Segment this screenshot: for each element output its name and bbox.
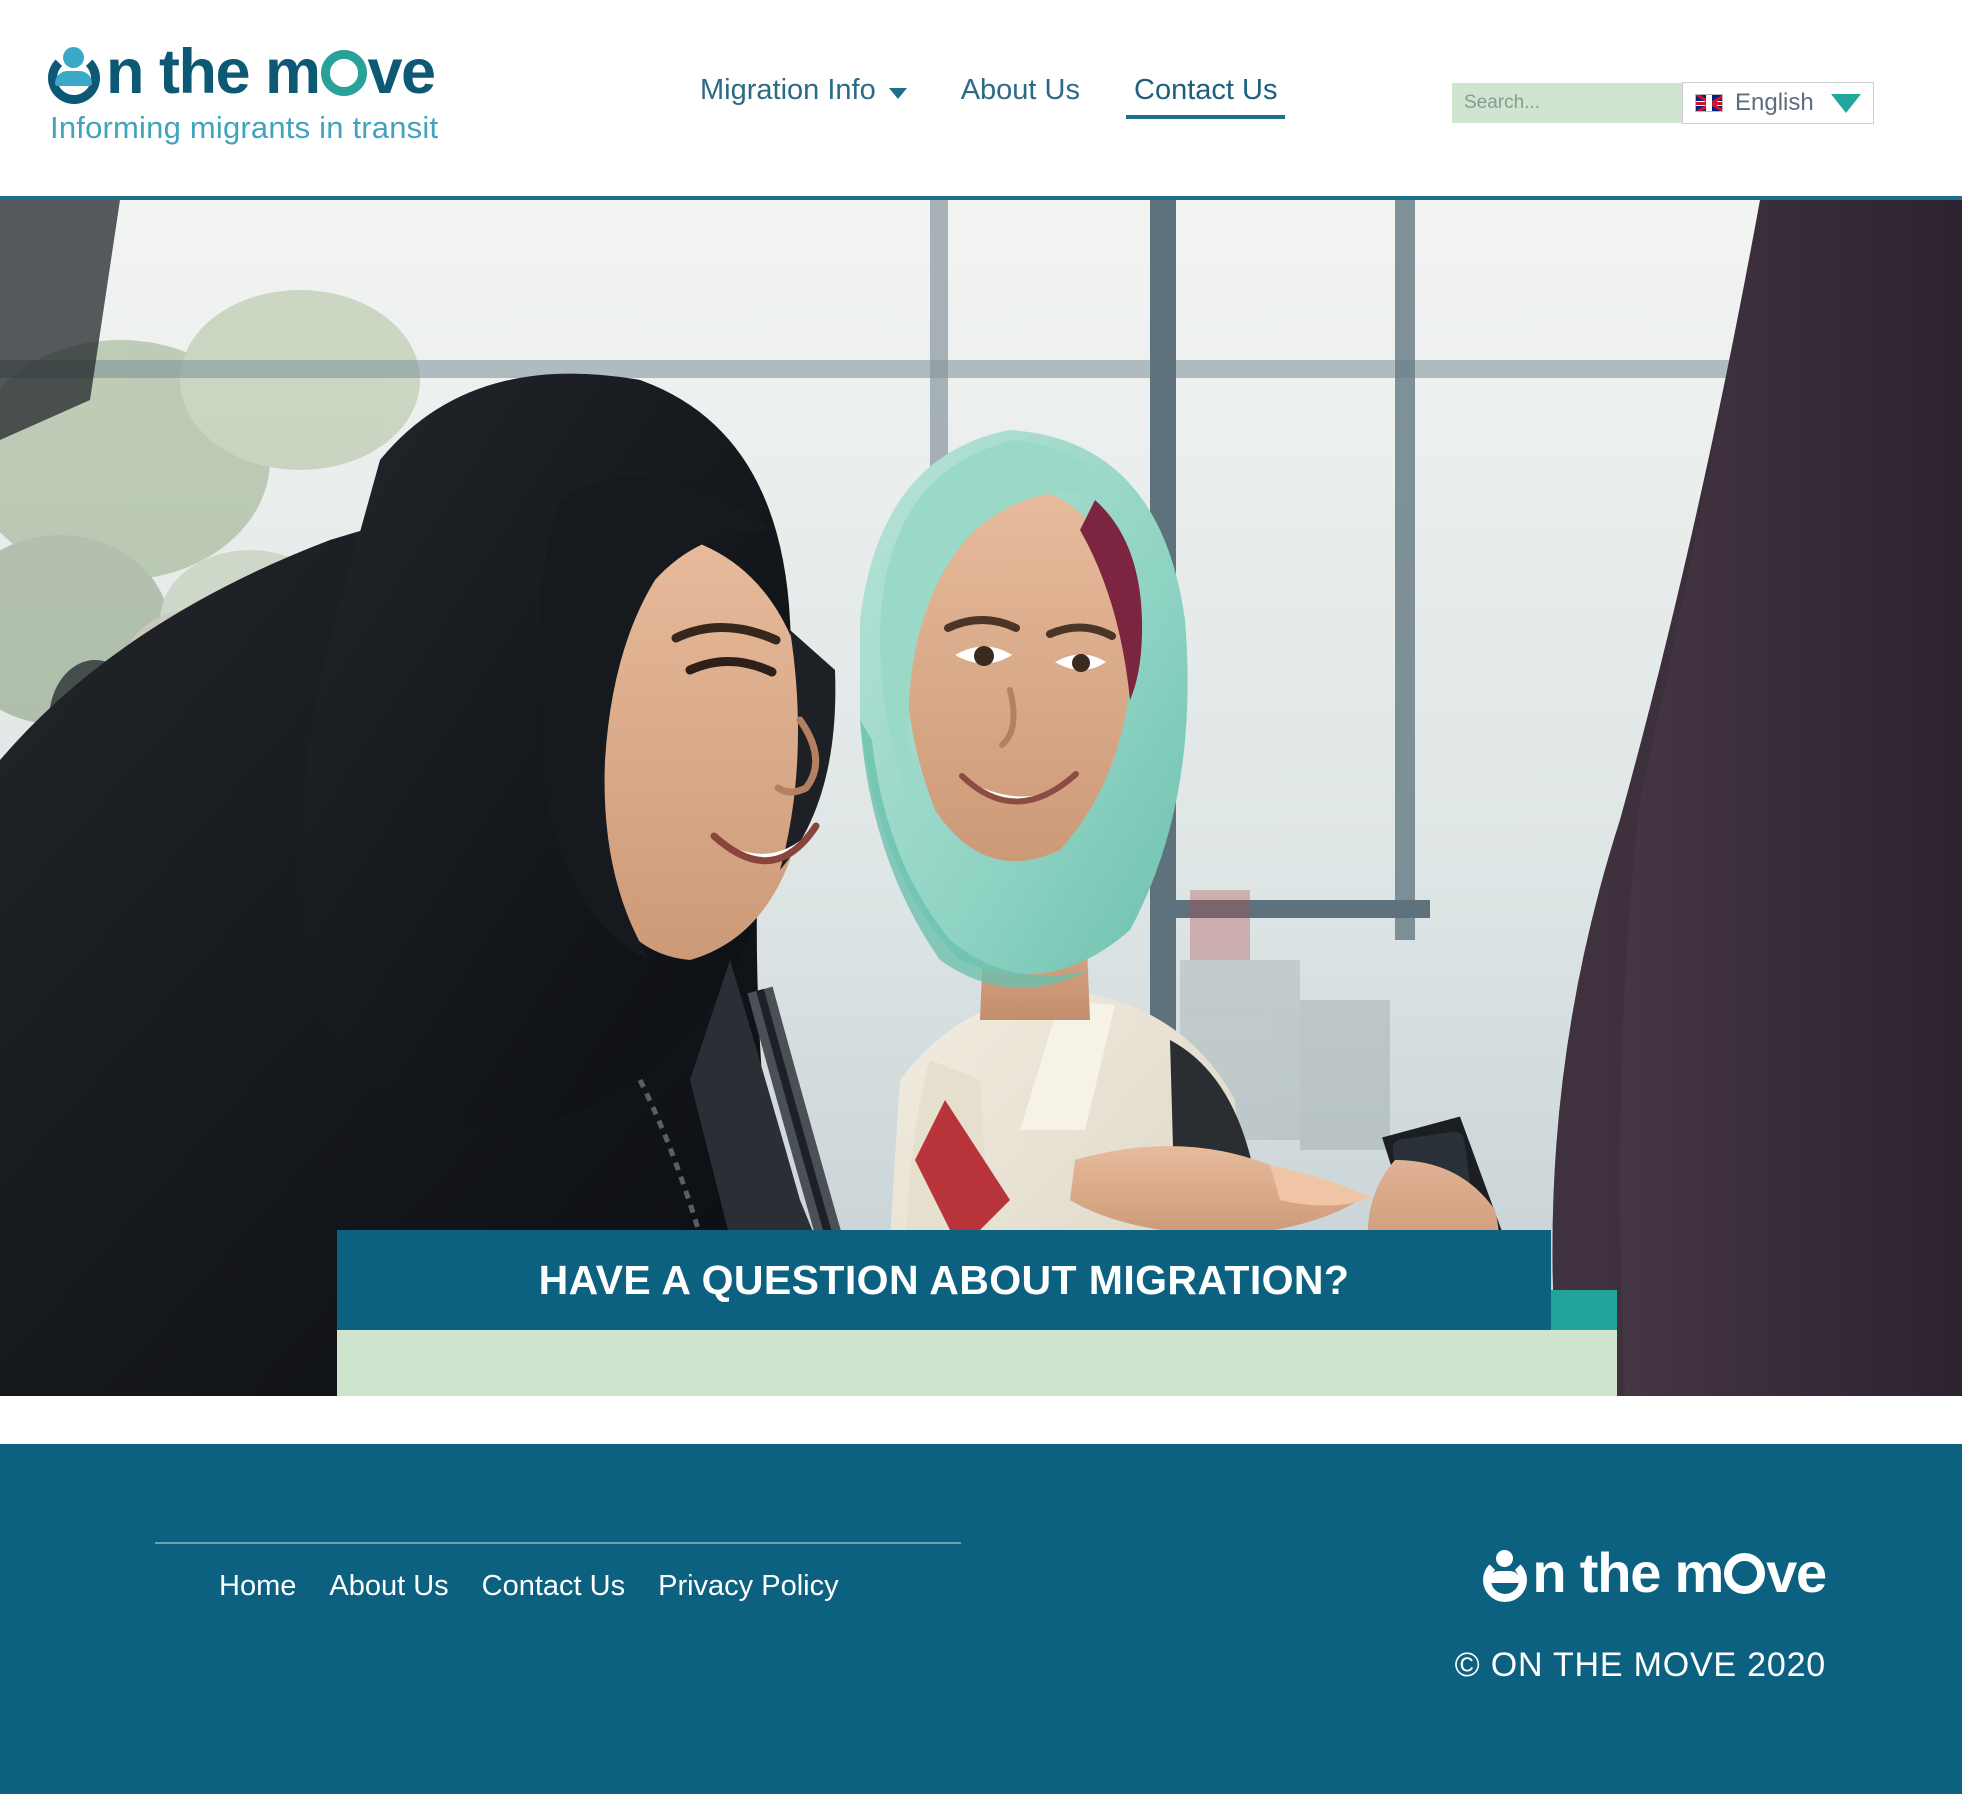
person-in-circle-icon	[1481, 1550, 1529, 1602]
uk-flag-icon	[1695, 94, 1723, 112]
nav-item-contact-us[interactable]: Contact Us	[1125, 74, 1286, 119]
logo-text-post: ve	[367, 37, 437, 107]
language-selector[interactable]: English	[1682, 82, 1874, 124]
nav-label-about-us: About Us	[960, 74, 1080, 106]
footer-link-about-us[interactable]: About Us	[329, 1570, 448, 1603]
site-logo[interactable]: n the m ve Informing migrants in transit	[46, 28, 526, 146]
site-header: n the m ve Informing migrants in transit …	[0, 0, 1962, 200]
triangle-down-icon	[1831, 93, 1861, 113]
footer-logo-text: n the m ve	[1532, 1545, 1827, 1605]
logo-text-pre: n the m	[106, 37, 321, 107]
footer-link-home[interactable]: Home	[219, 1570, 296, 1603]
person-in-circle-icon	[46, 46, 102, 104]
footer-brand-area: n the m ve © ON THE MOVE 2020	[1454, 1532, 1828, 1685]
footer-navigation: Home About Us Contact Us Privacy Policy	[155, 1570, 975, 1603]
contact-card-heading: HAVE A QUESTION ABOUT MIGRATION?	[538, 1256, 1350, 1303]
footer-divider	[155, 1542, 961, 1544]
nav-item-migration-info[interactable]: Migration Info	[700, 74, 907, 119]
language-selected-label: English	[1735, 89, 1814, 116]
footer-logo[interactable]: n the m ve	[1455, 1532, 1827, 1605]
contact-card-header: HAVE A QUESTION ABOUT MIGRATION?	[337, 1230, 1551, 1330]
contact-card: HAVE A QUESTION ABOUT MIGRATION? Want to…	[337, 1230, 1617, 1396]
map-pin-icon	[1724, 1550, 1766, 1605]
hero-section: HAVE A QUESTION ABOUT MIGRATION? Want to…	[0, 200, 1962, 1396]
white-spacer-band	[0, 1396, 1962, 1444]
nav-label-migration-info: Migration Info	[700, 74, 876, 106]
contact-card-header-row: HAVE A QUESTION ABOUT MIGRATION?	[337, 1230, 1617, 1330]
main-navigation: Migration Info About Us Contact Us	[700, 74, 1286, 119]
contact-card-body: Want to know more about the risks of con…	[337, 1330, 1617, 1396]
copyright-text: © ON THE MOVE 2020	[1454, 1646, 1826, 1684]
logo-text: n the m ve	[106, 41, 436, 109]
nav-item-about-us[interactable]: About Us	[961, 74, 1080, 119]
logo-tagline: Informing migrants in transit	[50, 110, 439, 145]
footer-logo-text-post: ve	[1766, 1541, 1827, 1604]
contact-card-text: Want to know more about the risks of con…	[401, 1394, 1531, 1396]
search-form	[1452, 83, 1747, 123]
site-footer: Home About Us Contact Us Privacy Policy …	[0, 1444, 1962, 1794]
footer-logo-text-pre: n the m	[1532, 1541, 1724, 1604]
hero-photo	[0, 200, 1962, 1396]
footer-link-privacy-policy[interactable]: Privacy Policy	[658, 1570, 839, 1603]
search-input[interactable]	[1452, 83, 1721, 123]
footer-nav-area: Home About Us Contact Us Privacy Policy	[155, 1542, 975, 1603]
map-pin-icon	[320, 46, 367, 109]
logo-wordmark: n the m ve	[46, 28, 526, 109]
teal-accent-block	[1551, 1290, 1617, 1330]
chevron-down-icon	[888, 87, 907, 99]
footer-link-contact-us[interactable]: Contact Us	[482, 1570, 625, 1603]
nav-label-contact-us: Contact Us	[1134, 74, 1278, 106]
